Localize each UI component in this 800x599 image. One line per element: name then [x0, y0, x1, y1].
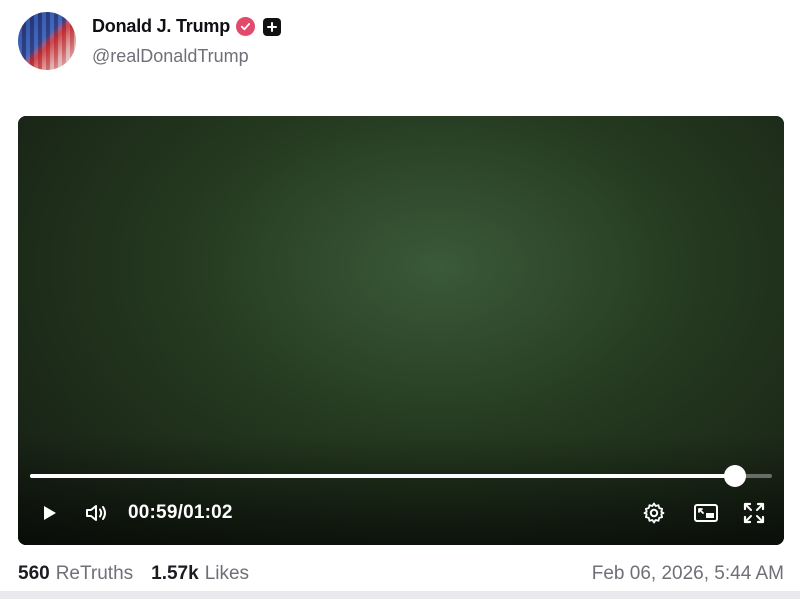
seek-bar-thumb[interactable]	[723, 465, 746, 487]
picture-in-picture-icon	[694, 504, 718, 522]
post-timestamp[interactable]: Feb 06, 2026, 5:44 AM	[592, 563, 784, 585]
volume-button[interactable]	[82, 500, 112, 526]
pip-button[interactable]	[692, 500, 720, 526]
seek-bar[interactable]	[30, 465, 772, 487]
author-name-row: Donald J. Trump	[92, 16, 282, 37]
fullscreen-icon	[743, 502, 765, 524]
video-player[interactable]: 00:59/01:02	[18, 116, 784, 545]
play-button[interactable]	[36, 500, 62, 526]
author-handle[interactable]: @realDonaldTrump	[92, 46, 249, 67]
retruths-count[interactable]: 560	[18, 563, 50, 585]
verified-badge-icon	[236, 17, 256, 36]
fullscreen-button[interactable]	[740, 500, 768, 526]
video-time-display: 00:59/01:02	[128, 502, 233, 523]
likes-label[interactable]: Likes	[205, 563, 249, 585]
volume-icon	[86, 505, 106, 521]
post-header: Donald J. Trump @realDonaldTrump	[18, 10, 782, 74]
post-stats: 560 ReTruths 1.57k Likes Feb 06, 2026, 5…	[18, 560, 784, 588]
play-icon	[44, 506, 56, 520]
seek-bar-progress	[30, 474, 735, 478]
plus-icon	[263, 17, 282, 36]
likes-count[interactable]: 1.57k	[151, 563, 199, 585]
settings-button[interactable]	[640, 500, 668, 526]
retruths-label[interactable]: ReTruths	[56, 563, 133, 585]
author-display-name[interactable]: Donald J. Trump	[92, 16, 230, 37]
controls-overlay	[18, 435, 784, 545]
gear-icon	[643, 502, 665, 524]
avatar[interactable]	[18, 12, 76, 70]
bottom-divider	[0, 591, 800, 599]
